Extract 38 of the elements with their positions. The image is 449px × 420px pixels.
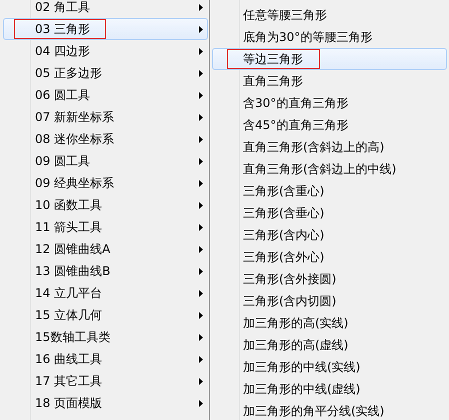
menu-item[interactable]: 05 正多边形: [3, 62, 208, 84]
menu-item[interactable]: 04 四边形: [3, 40, 208, 62]
menu-item[interactable]: 10 函数工具: [3, 194, 208, 216]
menu-item[interactable]: 06 圆工具: [3, 84, 208, 106]
menu-item[interactable]: 直角三角形(含斜边上的高): [212, 136, 447, 158]
menu-item[interactable]: 三角形(含垂心): [212, 202, 447, 224]
menu-item[interactable]: 三角形(含外接圆): [212, 268, 447, 290]
menu-item[interactable]: 底角为30°的等腰三角形: [212, 26, 447, 48]
menu-item[interactable]: 02 角工具: [3, 0, 208, 18]
menu-item[interactable]: 三角形(含内切圆): [212, 290, 447, 312]
menu-item[interactable]: 三角形(含外心): [212, 246, 447, 268]
menu-item[interactable]: 18 页面模版: [3, 392, 208, 414]
menu-item[interactable]: 08 迷你坐标系: [3, 128, 208, 150]
menu-item[interactable]: 16 曲线工具: [3, 348, 208, 370]
menu-item[interactable]: 三角形(含重心): [212, 180, 447, 202]
menu-item[interactable]: 03 三角形: [3, 18, 208, 40]
menu-item[interactable]: 加三角形的中线(实线): [212, 356, 447, 378]
menu-item[interactable]: 加三角形的高(实线): [212, 312, 447, 334]
menu-item[interactable]: 直角三角形: [212, 70, 447, 92]
menu-item[interactable]: 12 圆锥曲线A: [3, 238, 208, 260]
menu-item[interactable]: 07 新新坐标系: [3, 106, 208, 128]
menu-item[interactable]: 任意等腰三角形: [212, 4, 447, 26]
menu-item[interactable]: 09 经典坐标系: [3, 172, 208, 194]
menu-item[interactable]: 直角三角形(含斜边上的中线): [212, 158, 447, 180]
menu-item[interactable]: 三角形(含内心): [212, 224, 447, 246]
menu-item[interactable]: 15数轴工具类: [3, 326, 208, 348]
menu-item[interactable]: 14 立几平台: [3, 282, 208, 304]
menu-item[interactable]: 加三角形的角平分线(实线): [212, 400, 447, 420]
menu-item[interactable]: 加三角形的中线(虚线): [212, 378, 447, 400]
menu-item[interactable]: 含30°的直角三角形: [212, 92, 447, 114]
menu-item[interactable]: 15 立体几何: [3, 304, 208, 326]
menu-item[interactable]: 加三角形的高(虚线): [212, 334, 447, 356]
menu-item[interactable]: 等边三角形: [212, 48, 447, 70]
menu-item[interactable]: 17 其它工具: [3, 370, 208, 392]
menu-item[interactable]: 11 箭头工具: [3, 216, 208, 238]
menu-item[interactable]: 09 圆工具: [3, 150, 208, 172]
menu-item[interactable]: 13 圆锥曲线B: [3, 260, 208, 282]
menu-item[interactable]: 含45°的直角三角形: [212, 114, 447, 136]
